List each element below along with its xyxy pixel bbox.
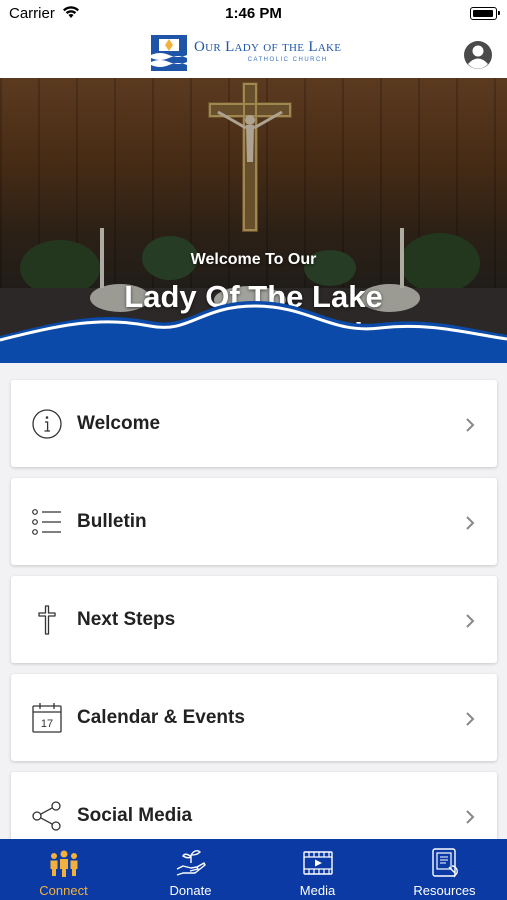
logo-wordmark: Our Lady of the Lake CATHOLIC CHURCH — [194, 39, 341, 63]
menu-item-label: Welcome — [77, 413, 161, 434]
logo-subtitle: CATHOLIC CHURCH — [247, 57, 328, 63]
profile-icon[interactable] — [463, 40, 493, 70]
tab-resources[interactable]: Resources — [381, 839, 507, 900]
list-icon — [32, 509, 61, 535]
calendar-day: 17 — [41, 718, 53, 730]
menu-item-label: Calendar & Events — [77, 707, 245, 728]
tab-label: Resources — [413, 883, 476, 898]
menu-list: Welcome Bulletin Next Steps 17 Calendar … — [11, 380, 497, 870]
tab-label: Connect — [39, 883, 88, 898]
hero-banner: Welcome To Our Lady Of The Lake Catholic… — [0, 78, 507, 363]
tab-donate[interactable]: Donate — [127, 839, 254, 900]
chevron-right-icon — [466, 418, 475, 432]
tablet-book-icon — [432, 848, 458, 878]
battery-icon — [470, 7, 500, 20]
info-icon — [32, 409, 62, 439]
share-icon — [32, 801, 61, 831]
cross-icon — [38, 605, 56, 635]
chevron-right-icon — [466, 810, 475, 824]
video-icon — [303, 851, 333, 875]
hand-plant-icon — [176, 850, 206, 876]
menu-item-next-steps[interactable]: Next Steps — [11, 576, 497, 663]
menu-item-label: Social Media — [77, 805, 193, 826]
menu-item-label: Bulletin — [77, 511, 147, 532]
chevron-right-icon — [466, 516, 475, 530]
tab-connect[interactable]: Connect — [0, 839, 127, 900]
church-logo-icon — [151, 35, 187, 71]
menu-item-bulletin[interactable]: Bulletin — [11, 478, 497, 565]
chevron-right-icon — [466, 712, 475, 726]
bottom-tab-bar: Connect Donate Media Resources — [0, 839, 507, 900]
hero-subtitle: Welcome To Our — [190, 251, 317, 268]
app-header: Our Lady of the Lake CATHOLIC CHURCH — [0, 30, 507, 78]
menu-item-calendar-events[interactable]: 17 Calendar & Events — [11, 674, 497, 761]
people-icon — [50, 850, 78, 877]
logo-title: Our Lady of the Lake — [194, 39, 342, 55]
chevron-right-icon — [466, 614, 475, 628]
clock: 1:46 PM — [225, 5, 282, 22]
menu-item-label: Next Steps — [77, 609, 176, 630]
wave-divider — [0, 301, 507, 363]
menu-item-welcome[interactable]: Welcome — [11, 380, 497, 467]
calendar-icon: 17 — [32, 703, 62, 733]
tab-media[interactable]: Media — [254, 839, 381, 900]
status-bar: Carrier 1:46 PM — [0, 0, 507, 30]
tab-label: Donate — [169, 883, 212, 898]
tab-label: Media — [299, 883, 336, 898]
